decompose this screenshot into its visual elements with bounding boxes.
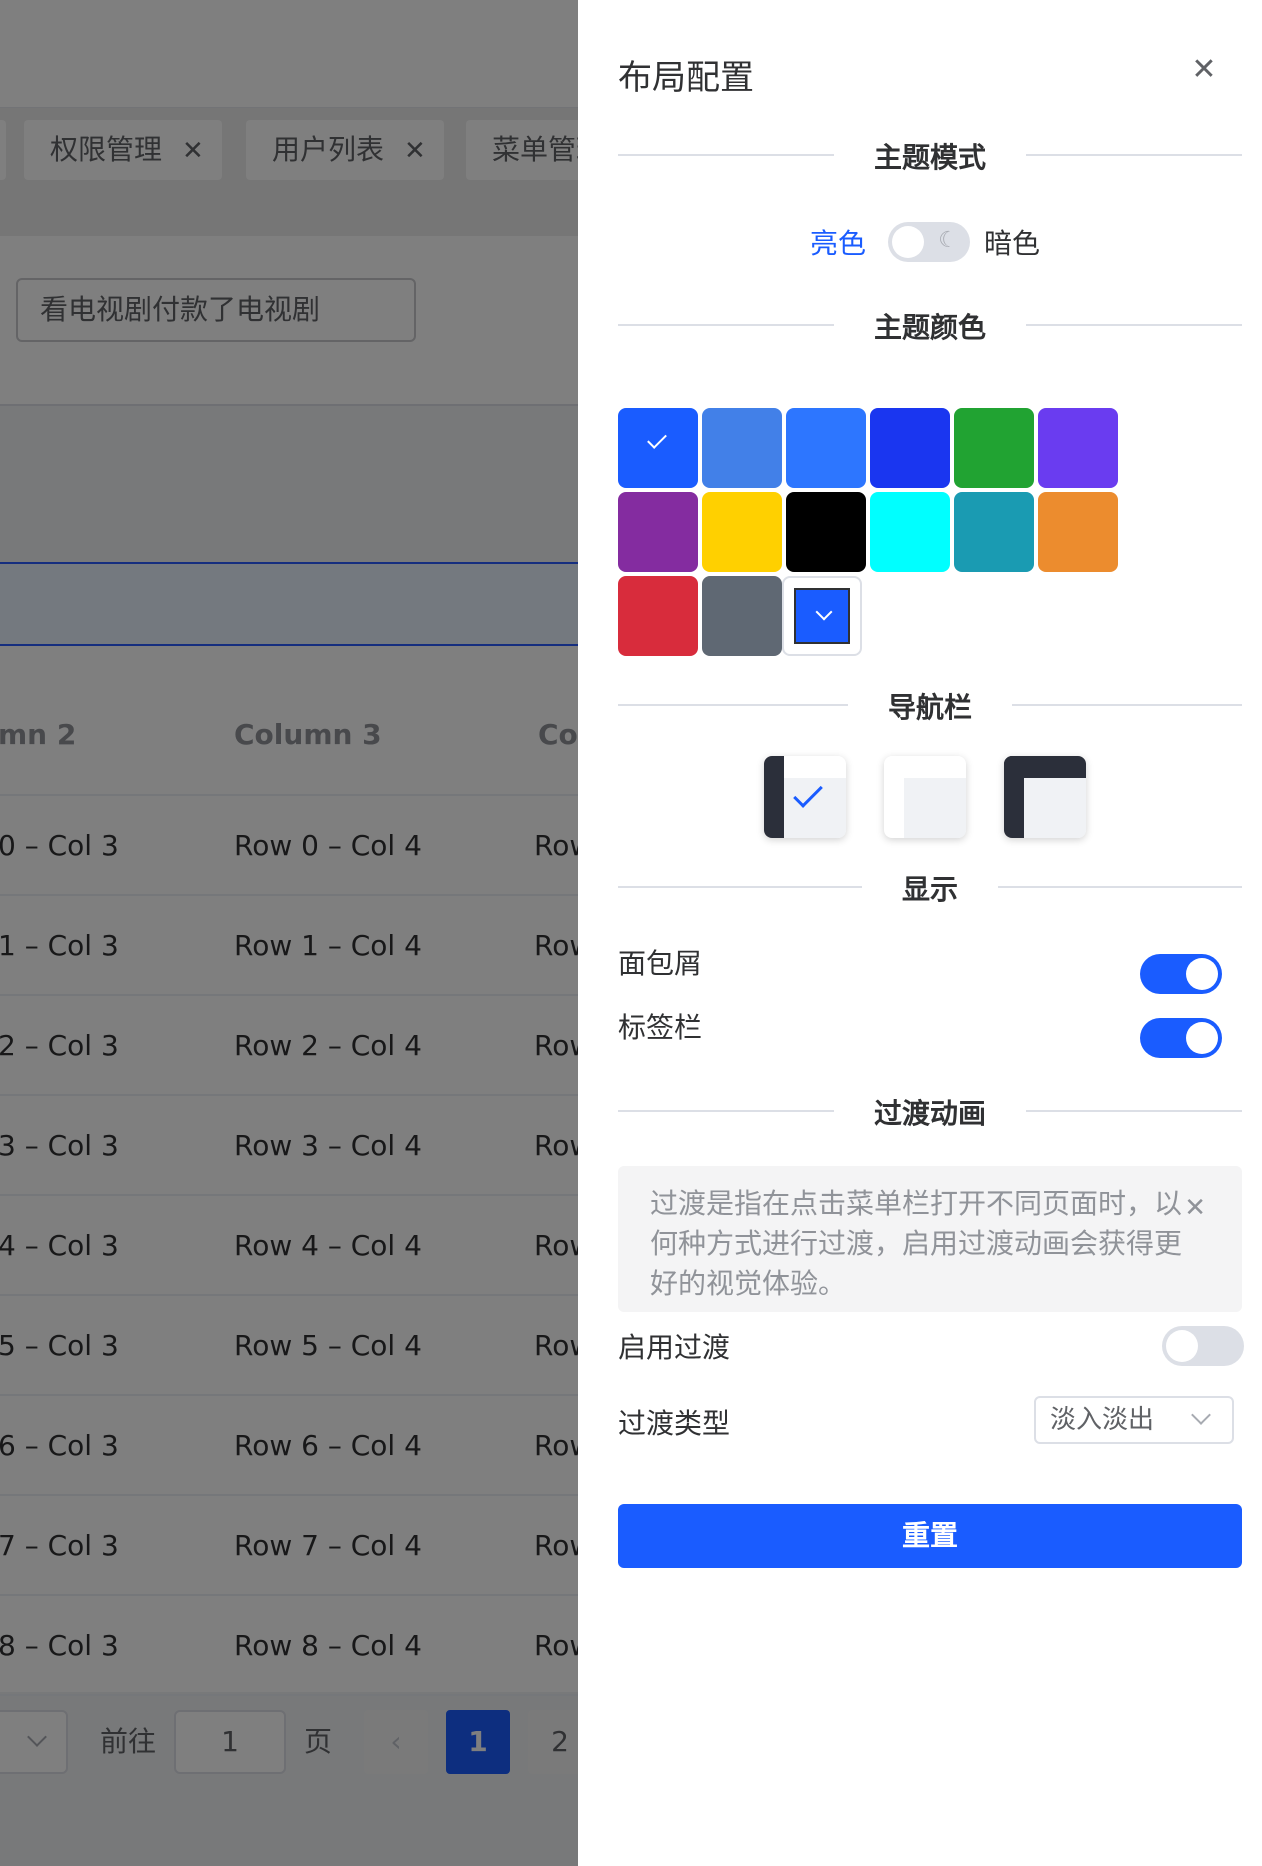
tagsbar-switch[interactable] [1140, 1018, 1222, 1058]
layout-content-shape [904, 778, 966, 838]
color-swatch[interactable] [786, 408, 866, 488]
color-swatch[interactable] [702, 408, 782, 488]
enable-transition-switch[interactable] [1162, 1326, 1244, 1366]
switch-knob [892, 226, 924, 258]
divider-nav: 导航栏 [618, 686, 1242, 726]
close-icon[interactable]: ✕ [1184, 1188, 1206, 1228]
enable-transition-label: 启用过渡 [618, 1331, 731, 1364]
check-icon [647, 429, 667, 449]
chevron-down-icon [1191, 1405, 1211, 1425]
close-icon[interactable]: ✕ [1188, 54, 1220, 86]
color-swatch[interactable] [870, 492, 950, 572]
switch-knob [1186, 958, 1218, 990]
divider-theme-color: 主题颜色 [618, 306, 1242, 346]
nav-layout-mixed[interactable] [1004, 756, 1086, 838]
transition-type-select[interactable]: 淡入淡出 [1034, 1396, 1234, 1444]
color-swatch[interactable] [618, 576, 698, 656]
theme-light-label: 亮色 [810, 227, 867, 260]
color-swatch[interactable] [954, 408, 1034, 488]
nav-layout-sidebar[interactable] [764, 756, 846, 838]
breadcrumb-label: 面包屑 [618, 947, 703, 980]
color-swatch[interactable] [618, 408, 698, 488]
switch-knob [1186, 1022, 1218, 1054]
theme-mode-row: 亮色 ☾ 暗色 [578, 220, 1262, 264]
reset-button[interactable]: 重置 [618, 1504, 1242, 1568]
picker-color [794, 588, 850, 644]
layout-config-drawer: 布局配置 ✕ 主题模式 亮色 ☾ 暗色 主题颜色 导航栏 显示 面包屑 标签栏 … [578, 0, 1262, 1866]
switch-knob [1166, 1330, 1198, 1362]
alert-text: 过渡是指在点击菜单栏打开不同页面时，以何种方式进行过渡，启用过渡动画会获得更好的… [650, 1187, 1183, 1300]
color-swatch[interactable] [870, 408, 950, 488]
transition-type-label: 过渡类型 [618, 1407, 731, 1440]
section-heading: 主题颜色 [833, 306, 1027, 346]
theme-mode-switch[interactable]: ☾ [888, 222, 970, 262]
divider-transition: 过渡动画 [618, 1092, 1242, 1132]
nav-layout-plain[interactable] [884, 756, 966, 838]
color-swatch[interactable] [702, 492, 782, 572]
layout-sidebar-shape [1004, 756, 1024, 838]
section-heading: 显示 [861, 868, 999, 908]
section-heading: 导航栏 [847, 686, 1013, 726]
breadcrumb-switch[interactable] [1140, 954, 1222, 994]
layout-content-shape [1024, 778, 1086, 838]
theme-dark-label: 暗色 [984, 227, 1041, 260]
color-swatch[interactable] [618, 492, 698, 572]
moon-icon: ☾ [938, 228, 958, 253]
section-heading: 主题模式 [833, 136, 1027, 176]
layout-sidebar-shape [764, 756, 784, 838]
select-value: 淡入淡出 [1050, 1405, 1155, 1435]
color-swatch[interactable] [786, 492, 866, 572]
drawer-title: 布局配置 [618, 58, 754, 98]
section-heading: 过渡动画 [833, 1092, 1027, 1132]
custom-color-picker[interactable] [782, 576, 862, 656]
tagsbar-label: 标签栏 [618, 1011, 703, 1044]
color-swatch[interactable] [702, 576, 782, 656]
color-swatch[interactable] [1038, 408, 1118, 488]
divider-display: 显示 [618, 868, 1242, 908]
color-swatch[interactable] [954, 492, 1034, 572]
divider-theme-mode: 主题模式 [618, 136, 1242, 176]
chevron-down-icon [815, 603, 833, 621]
transition-info-alert: 过渡是指在点击菜单栏打开不同页面时，以何种方式进行过渡，启用过渡动画会获得更好的… [618, 1166, 1242, 1312]
color-swatch[interactable] [1038, 492, 1118, 572]
